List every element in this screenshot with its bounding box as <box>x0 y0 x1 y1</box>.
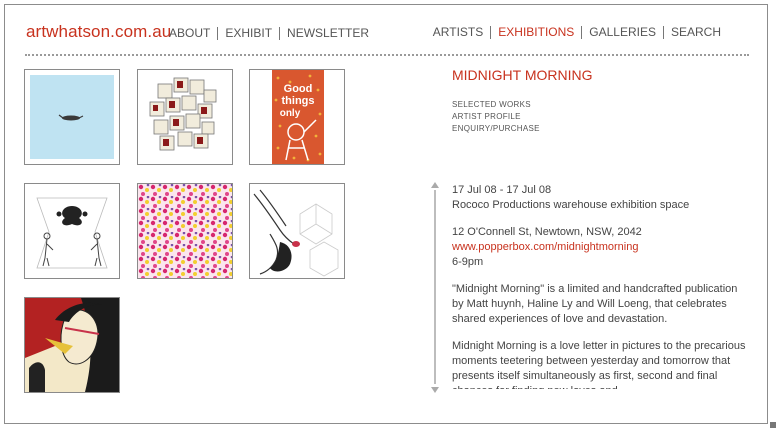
exhibition-links: SELECTED WORKS ARTIST PROFILE ENQUIRY/PU… <box>452 99 540 135</box>
exhibition-address: 12 O'Connell St, Newtown, NSW, 2042 <box>452 226 642 238</box>
exhibition-time: 6-9pm <box>452 256 484 268</box>
top-nav-right: ARTISTS EXHIBITIONS GALLERIES SEARCH <box>433 26 721 39</box>
exhibition-url-link[interactable]: www.popperbox.com/midnightmorning <box>452 241 638 253</box>
nav-exhibit[interactable]: EXHIBIT <box>217 27 279 40</box>
thumbnail-2-image <box>138 70 232 164</box>
thumbnail-4-image <box>25 184 119 278</box>
nav-search[interactable]: SEARCH <box>662 26 721 39</box>
scroll-track[interactable] <box>434 190 436 384</box>
nav-artists[interactable]: ARTISTS <box>433 26 490 39</box>
exhibition-dates: 17 Jul 08 - 17 Jul 08 <box>452 184 552 196</box>
exhibition-paragraph-1: "Midnight Morning" is a limited and hand… <box>452 283 738 325</box>
thumbnail-3[interactable]: Good things only <box>249 69 345 165</box>
link-selected-works[interactable]: SELECTED WORKS <box>452 99 540 111</box>
exhibition-title: MIDNIGHT MORNING <box>452 67 593 83</box>
thumbnail-1[interactable] <box>24 69 120 165</box>
thumbnail-5[interactable] <box>137 183 233 279</box>
scroll-up-arrow-icon[interactable] <box>431 182 439 188</box>
exhibition-paragraph-2: Midnight Morning is a love letter in pic… <box>452 340 746 389</box>
thumbnail-7-image <box>25 298 119 392</box>
nav-newsletter[interactable]: NEWSLETTER <box>279 27 369 40</box>
thumbnail-6[interactable] <box>249 183 345 279</box>
nav-about[interactable]: ABOUT <box>169 27 217 40</box>
exhibition-details: 17 Jul 08 - 17 Jul 08 Rococo Productions… <box>452 183 752 389</box>
thumbnail-3-text-1: Good <box>284 83 313 95</box>
thumbnail-4[interactable] <box>24 183 120 279</box>
thumbnail-5-image <box>138 184 232 278</box>
thumbnail-6-image <box>250 184 344 278</box>
nav-galleries[interactable]: GALLERIES <box>581 26 663 39</box>
link-artist-profile[interactable]: ARTIST PROFILE <box>452 111 540 123</box>
thumbnail-1-image <box>25 70 119 164</box>
exhibition-venue: Rococo Productions warehouse exhibition … <box>452 199 690 211</box>
thumbnail-3-text-3: only <box>280 108 301 119</box>
thumbnail-3-text-2: things <box>282 95 315 107</box>
nav-exhibitions[interactable]: EXHIBITIONS <box>490 26 581 39</box>
site-logo[interactable]: artwhatson.com.au <box>26 22 171 42</box>
thumbnail-7[interactable] <box>24 297 120 393</box>
top-nav-left: ABOUT EXHIBIT NEWSLETTER <box>169 27 369 40</box>
link-enquiry-purchase[interactable]: ENQUIRY/PURCHASE <box>452 123 540 135</box>
thumbnail-3-image: Good things only <box>250 70 344 164</box>
thumbnail-2[interactable] <box>137 69 233 165</box>
scroll-down-arrow-icon[interactable] <box>431 387 439 393</box>
header-divider <box>25 54 749 56</box>
resize-corner <box>770 422 776 428</box>
